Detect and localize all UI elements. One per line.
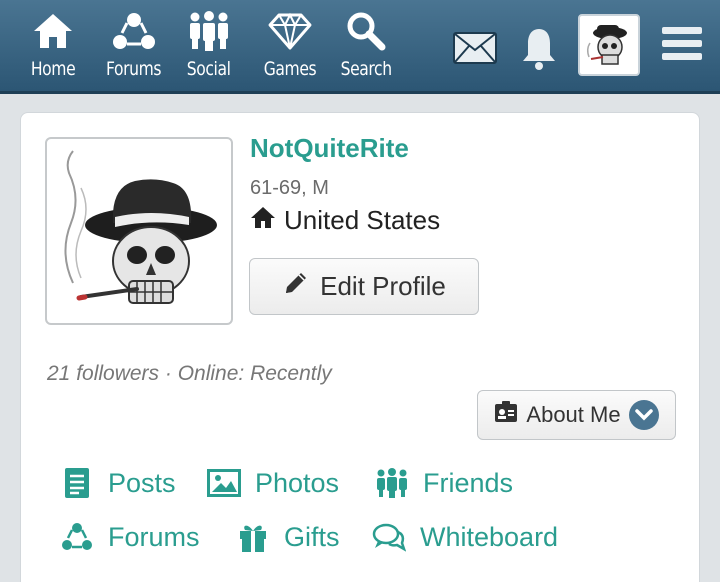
friends-icon	[375, 466, 409, 500]
nav-home[interactable]: Home	[26, 10, 80, 86]
link-gifts[interactable]: Gifts	[236, 520, 340, 554]
link-friends-label: Friends	[423, 467, 514, 498]
nav-games[interactable]: Games	[258, 10, 322, 86]
nav-social[interactable]: Social	[182, 10, 235, 86]
mail-icon[interactable]	[452, 28, 498, 68]
pencil-icon	[282, 269, 310, 304]
profile-photo[interactable]	[45, 137, 233, 325]
top-nav-bar: Home Forums Social Games Search	[0, 0, 720, 94]
followers-status: 21 followers · Online: Recently	[47, 362, 332, 385]
nav-search-label: Search	[340, 58, 392, 80]
link-friends[interactable]: Friends	[375, 466, 513, 500]
avatar[interactable]	[578, 14, 640, 76]
link-posts-label: Posts	[108, 467, 176, 498]
link-gifts-label: Gifts	[284, 521, 340, 552]
about-me-button[interactable]: About Me	[477, 390, 676, 440]
gift-icon	[236, 520, 270, 554]
nav-social-label: Social	[186, 58, 231, 80]
location: United States	[250, 205, 440, 236]
nav-home-label: Home	[30, 58, 76, 80]
chevron-down-icon	[628, 400, 659, 430]
link-posts[interactable]: Posts	[60, 466, 176, 500]
social-icon	[186, 10, 232, 52]
link-forums-label: Forums	[108, 521, 200, 552]
username[interactable]: NotQuiteRite	[250, 133, 409, 164]
nav-forums[interactable]: Forums	[100, 10, 167, 86]
home-icon	[250, 205, 276, 236]
bell-icon[interactable]	[518, 24, 560, 72]
photos-icon	[207, 466, 241, 500]
whiteboard-icon	[372, 520, 406, 554]
link-whiteboard-label: Whiteboard	[420, 521, 559, 552]
nav-games-label: Games	[263, 58, 317, 80]
id-card-icon	[494, 401, 518, 429]
forums-icon	[111, 10, 157, 52]
nav-search[interactable]: Search	[335, 10, 397, 86]
link-forums[interactable]: Forums	[60, 520, 200, 554]
forums-icon	[60, 520, 94, 554]
link-photos[interactable]: Photos	[207, 466, 339, 500]
link-photos-label: Photos	[255, 467, 340, 498]
search-icon	[343, 10, 389, 52]
location-label: United States	[284, 205, 441, 235]
home-icon	[30, 10, 76, 52]
edit-profile-button[interactable]: Edit Profile	[249, 258, 479, 315]
link-whiteboard[interactable]: Whiteboard	[372, 520, 558, 554]
edit-profile-label: Edit Profile	[320, 271, 446, 301]
age-sex: 61-69, M	[250, 177, 329, 199]
nav-forums-label: Forums	[106, 58, 162, 80]
menu-icon[interactable]	[660, 22, 704, 66]
posts-icon	[60, 466, 94, 500]
diamond-icon	[267, 10, 313, 52]
about-me-label: About Me	[526, 402, 621, 427]
